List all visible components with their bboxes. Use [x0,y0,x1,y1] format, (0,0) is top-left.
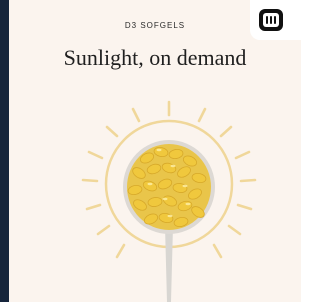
spoon-handle [165,226,173,302]
app-grid-icon[interactable] [258,8,284,32]
page: D3 SOFGELS Sunlight, on demand [0,0,301,302]
app-badge[interactable] [250,0,301,40]
promo-headline: Sunlight, on demand [63,45,247,70]
left-edge-panel [0,0,9,302]
sun-spoon-softgels-illustration [81,100,257,302]
promo-card[interactable]: D3 SOFGELS Sunlight, on demand [9,0,301,302]
